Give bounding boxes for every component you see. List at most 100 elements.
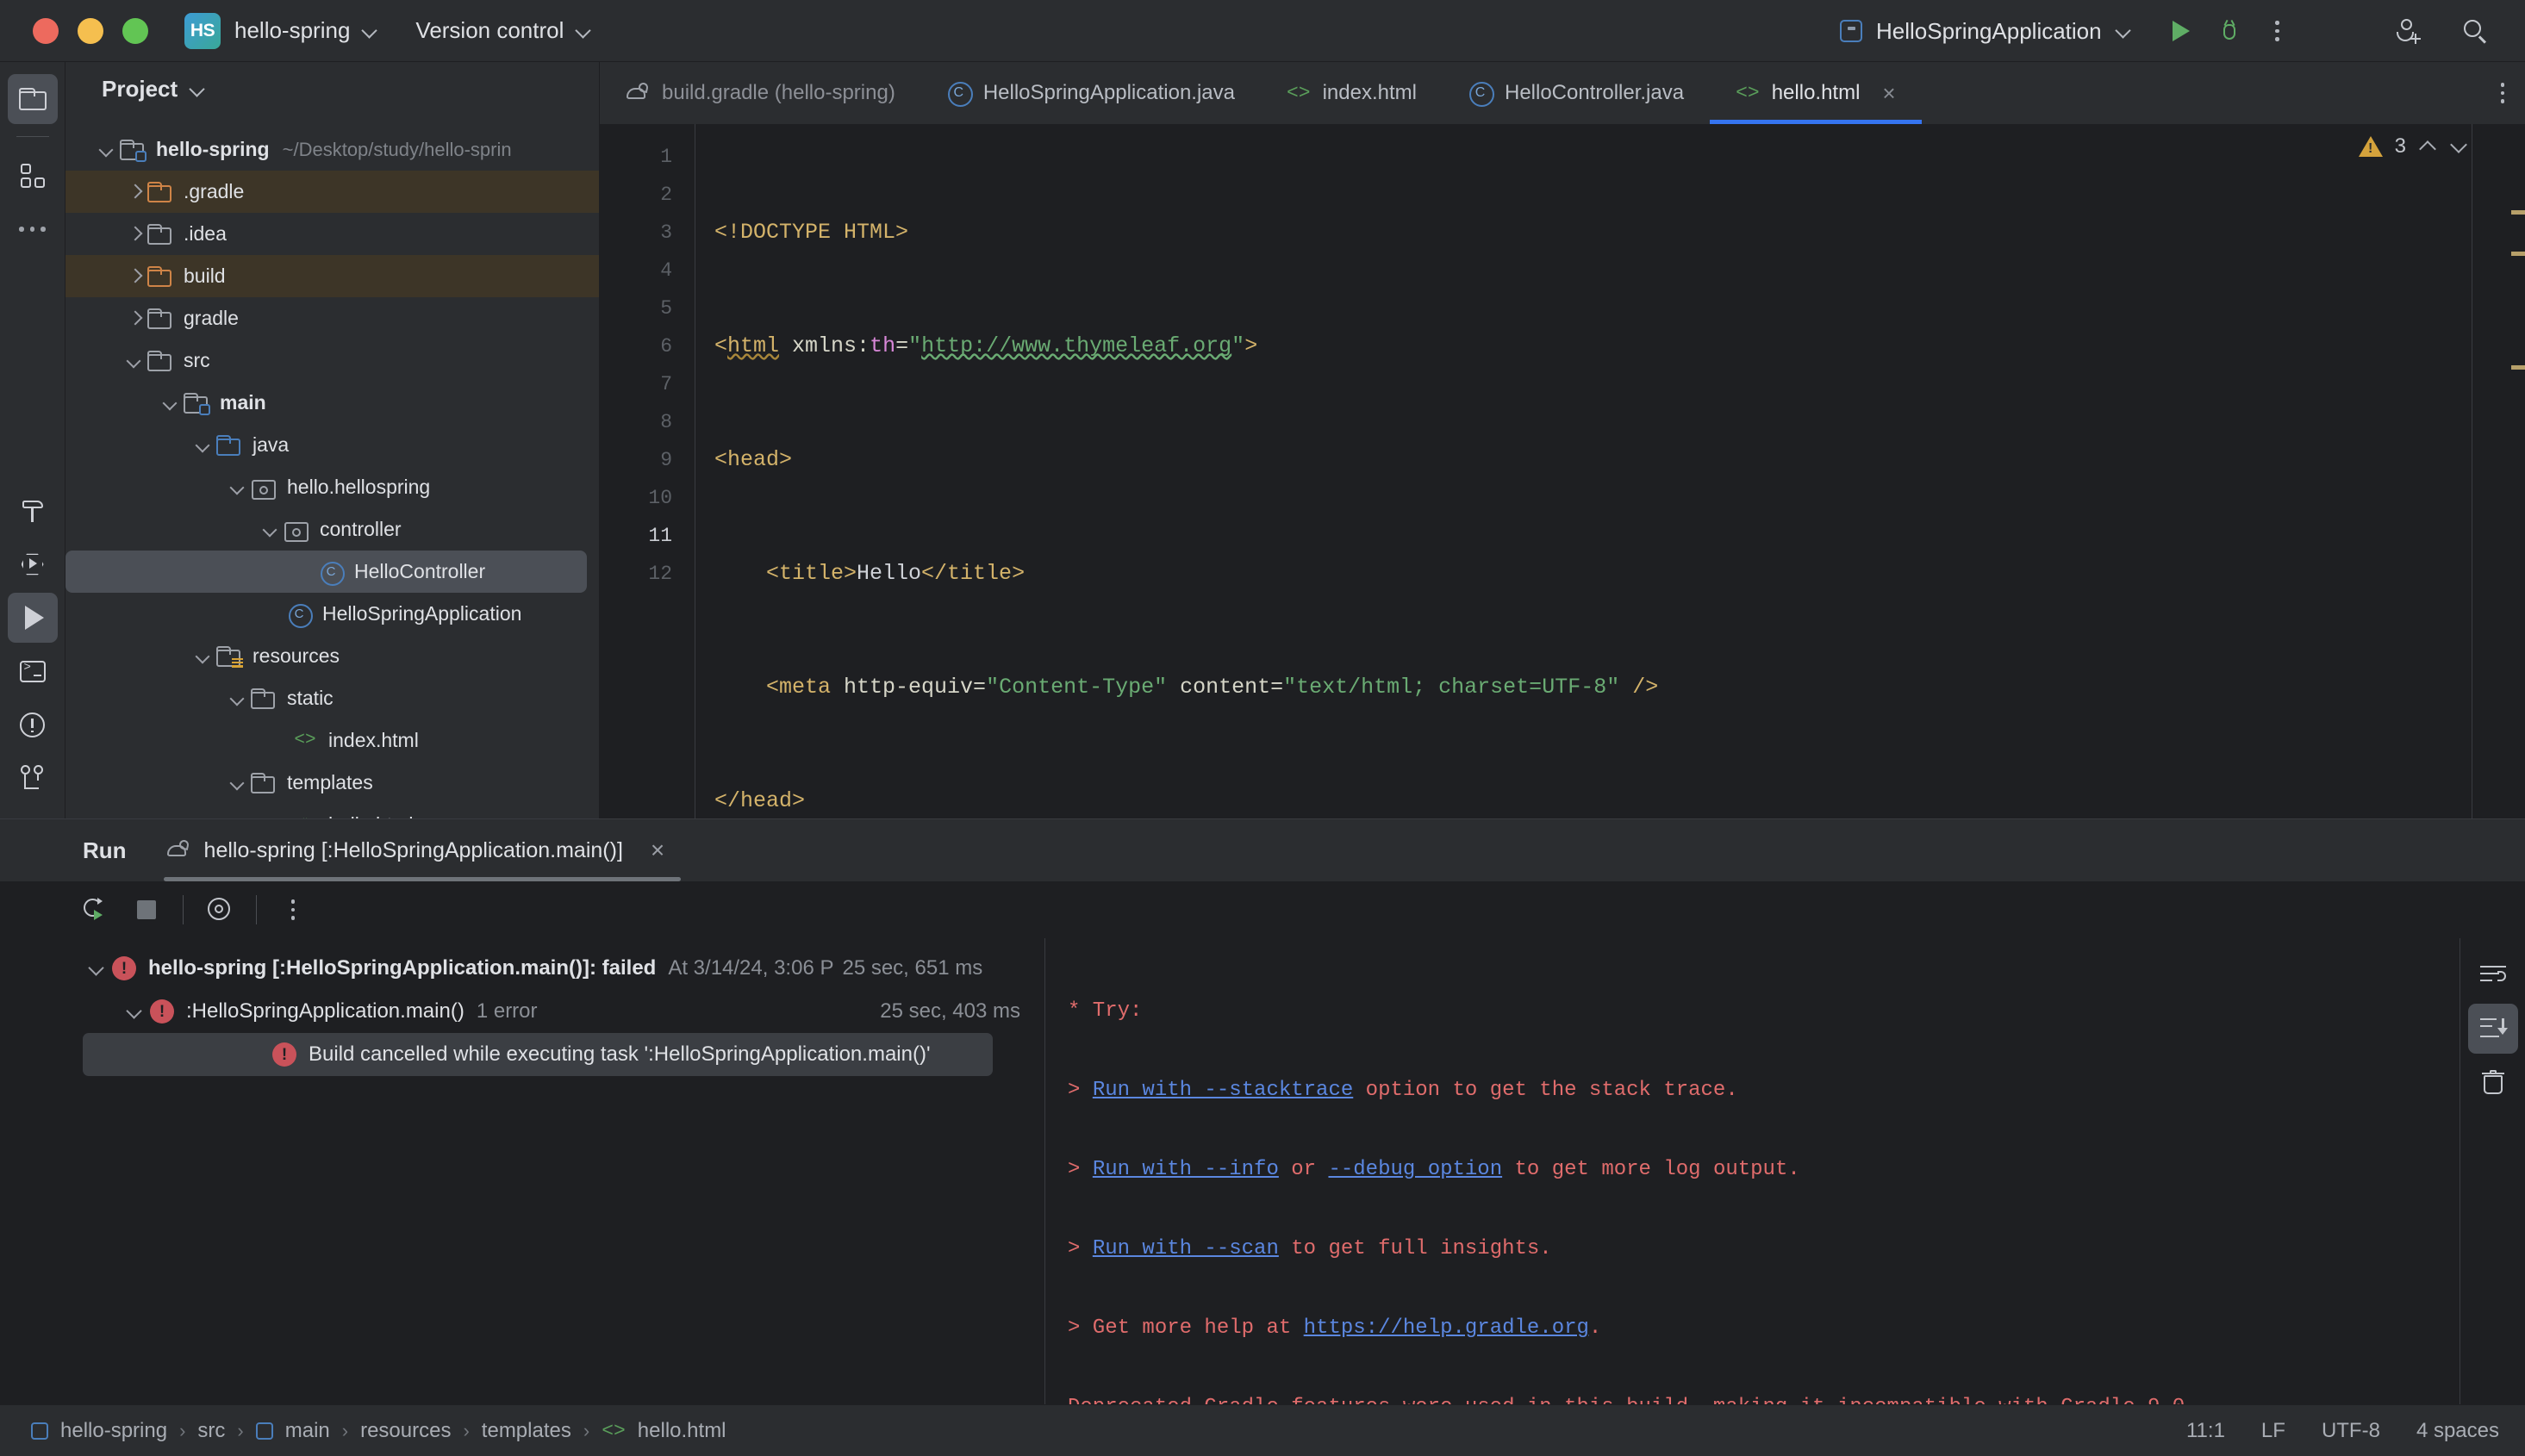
- stop-button[interactable]: [121, 884, 172, 936]
- expand-chevron-icon[interactable]: [124, 350, 147, 372]
- previous-problem-icon[interactable]: [2418, 137, 2437, 156]
- breadcrumb-item[interactable]: main: [285, 1419, 330, 1443]
- tree-node-build[interactable]: build: [65, 255, 599, 298]
- link-run-stacktrace[interactable]: Run with --stacktrace: [1093, 1079, 1353, 1102]
- link-debug-option[interactable]: --debug option: [1328, 1158, 1502, 1181]
- sidebar-item-structure[interactable]: [8, 151, 58, 201]
- expand-chevron-icon[interactable]: [160, 392, 183, 414]
- run-more-options-button[interactable]: [267, 884, 319, 936]
- tree-node-src[interactable]: src: [65, 339, 599, 382]
- close-icon[interactable]: ×: [651, 837, 664, 864]
- expand-chevron-icon[interactable]: [193, 434, 215, 457]
- line-separator[interactable]: LF: [2261, 1419, 2285, 1443]
- tree-node-hello-spring[interactable]: hello-spring ~/Desktop/study/hello-sprin: [65, 128, 599, 171]
- build-tree-meta: 1 error: [476, 999, 538, 1023]
- breadcrumb-item[interactable]: hello-spring: [60, 1419, 167, 1443]
- tree-node-resources[interactable]: resources: [65, 635, 599, 677]
- close-icon[interactable]: ×: [1882, 80, 1895, 107]
- breadcrumb-item[interactable]: hello.html: [638, 1419, 726, 1443]
- project-name-label[interactable]: hello-spring: [234, 17, 350, 44]
- version-control-menu[interactable]: Version control: [415, 17, 591, 44]
- sidebar-item-project[interactable]: [7, 74, 58, 124]
- tree-node-hello-html[interactable]: <> hello.html: [65, 804, 599, 818]
- tab-hellospringapplication-java[interactable]: HelloSpringApplication.java: [921, 62, 1261, 124]
- tree-node-templates[interactable]: templates: [65, 762, 599, 804]
- expand-chevron-icon[interactable]: [83, 954, 112, 983]
- tree-node-index-html[interactable]: <> index.html: [65, 719, 599, 762]
- link-run-scan[interactable]: Run with --scan: [1093, 1237, 1279, 1260]
- run-button[interactable]: [2157, 7, 2205, 55]
- tab-index-html[interactable]: <> index.html: [1261, 62, 1443, 124]
- expand-chevron-icon[interactable]: [228, 772, 250, 794]
- tab-hello-html[interactable]: <> hello.html ×: [1710, 62, 1922, 124]
- expand-chevron-icon[interactable]: [228, 688, 250, 710]
- tab-hellocontroller-java[interactable]: HelloController.java: [1443, 62, 1710, 124]
- expand-chevron-icon[interactable]: [97, 139, 119, 161]
- expand-chevron-icon[interactable]: [124, 181, 147, 203]
- run-session-tab[interactable]: hello-spring [:HelloSpringApplication.ma…: [166, 837, 664, 864]
- build-tree-task[interactable]: :HelloSpringApplication.main() 1 error 2…: [0, 990, 1044, 1033]
- expand-chevron-icon[interactable]: [124, 223, 147, 246]
- project-panel-chevron-down-icon[interactable]: [190, 82, 205, 97]
- link-help-gradle[interactable]: https://help.gradle.org: [1304, 1316, 1589, 1340]
- window-controls[interactable]: [0, 17, 148, 44]
- link-run-info[interactable]: Run with --info: [1093, 1158, 1279, 1181]
- expand-chevron-icon[interactable]: [260, 519, 283, 541]
- sidebar-item-terminal[interactable]: [8, 646, 58, 696]
- inspection-widget[interactable]: 3: [2358, 134, 2468, 159]
- expand-chevron-icon[interactable]: [193, 645, 215, 668]
- debug-button[interactable]: [2205, 7, 2254, 55]
- tree-node-java[interactable]: java: [65, 424, 599, 466]
- editor-tab-options-button[interactable]: [2500, 62, 2504, 124]
- tab-build-gradle[interactable]: build.gradle (hello-spring): [600, 62, 921, 124]
- add-user-button[interactable]: [2384, 7, 2432, 55]
- search-everywhere-button[interactable]: [2451, 7, 2499, 55]
- tree-node-hellocontroller[interactable]: HelloController: [65, 551, 587, 594]
- tree-node-gradle-hidden[interactable]: .gradle: [65, 171, 599, 214]
- close-window-button[interactable]: [33, 17, 59, 44]
- tree-node-gradle[interactable]: gradle: [65, 297, 599, 339]
- caret-position[interactable]: 11:1: [2186, 1419, 2225, 1443]
- tree-node-controller[interactable]: controller: [65, 508, 599, 551]
- code-content[interactable]: <!DOCTYPE HTML> <html xmlns:th="http://w…: [695, 124, 2525, 818]
- run-config-chevron-down-icon[interactable]: [2116, 23, 2131, 39]
- code-editor[interactable]: 1 2 3 4 5 6 7 8 9 10 11 12 <!DOCTYPE HTM…: [600, 124, 2525, 818]
- sidebar-item-services[interactable]: [8, 539, 58, 589]
- indent-setting[interactable]: 4 spaces: [2416, 1419, 2499, 1443]
- build-tree-root[interactable]: hello-spring [:HelloSpringApplication.ma…: [0, 947, 1044, 990]
- tree-node-hello-hellospring[interactable]: hello.hellospring: [65, 466, 599, 508]
- ellipsis-vertical-icon: [290, 899, 296, 920]
- more-run-options-button[interactable]: [2254, 7, 2302, 55]
- toggle-tasks-button[interactable]: [194, 884, 246, 936]
- expand-chevron-icon[interactable]: [121, 997, 150, 1026]
- build-tree-error-item[interactable]: Build cancelled while executing task ':H…: [83, 1033, 993, 1076]
- html-icon: <>: [1286, 82, 1311, 104]
- next-problem-icon[interactable]: [2449, 137, 2468, 156]
- sidebar-item-run[interactable]: [7, 593, 58, 643]
- sidebar-item-build[interactable]: [8, 486, 58, 536]
- tree-node-hellospringapplication[interactable]: HelloSpringApplication: [65, 593, 599, 635]
- run-config-label[interactable]: HelloSpringApplication: [1876, 18, 2102, 45]
- sidebar-item-git[interactable]: [8, 753, 58, 803]
- editor-markup-scrollbar[interactable]: [2472, 124, 2525, 818]
- tree-node-idea[interactable]: .idea: [65, 213, 599, 255]
- sidebar-item-problems[interactable]: [8, 700, 58, 750]
- scroll-to-end-button[interactable]: [2467, 1004, 2518, 1054]
- maximize-window-button[interactable]: [122, 17, 148, 44]
- expand-chevron-icon[interactable]: [228, 476, 250, 499]
- expand-chevron-icon[interactable]: [124, 265, 147, 288]
- file-encoding[interactable]: UTF-8: [2322, 1419, 2380, 1443]
- console-output[interactable]: * Try: > Run with --stacktrace option to…: [1044, 938, 2525, 1404]
- rerun-button[interactable]: [69, 884, 121, 936]
- expand-chevron-icon[interactable]: [124, 308, 147, 330]
- clear-console-button[interactable]: [2468, 1057, 2518, 1107]
- sidebar-item-more[interactable]: [8, 204, 58, 254]
- minimize-window-button[interactable]: [78, 17, 103, 44]
- breadcrumb-item[interactable]: templates: [482, 1419, 571, 1443]
- tree-node-main[interactable]: main: [65, 382, 599, 424]
- project-dropdown-chevron-icon[interactable]: [362, 23, 377, 39]
- soft-wrap-button[interactable]: [2468, 950, 2518, 1000]
- breadcrumb-item[interactable]: src: [197, 1419, 225, 1443]
- tree-node-static[interactable]: static: [65, 677, 599, 719]
- breadcrumb-item[interactable]: resources: [360, 1419, 451, 1443]
